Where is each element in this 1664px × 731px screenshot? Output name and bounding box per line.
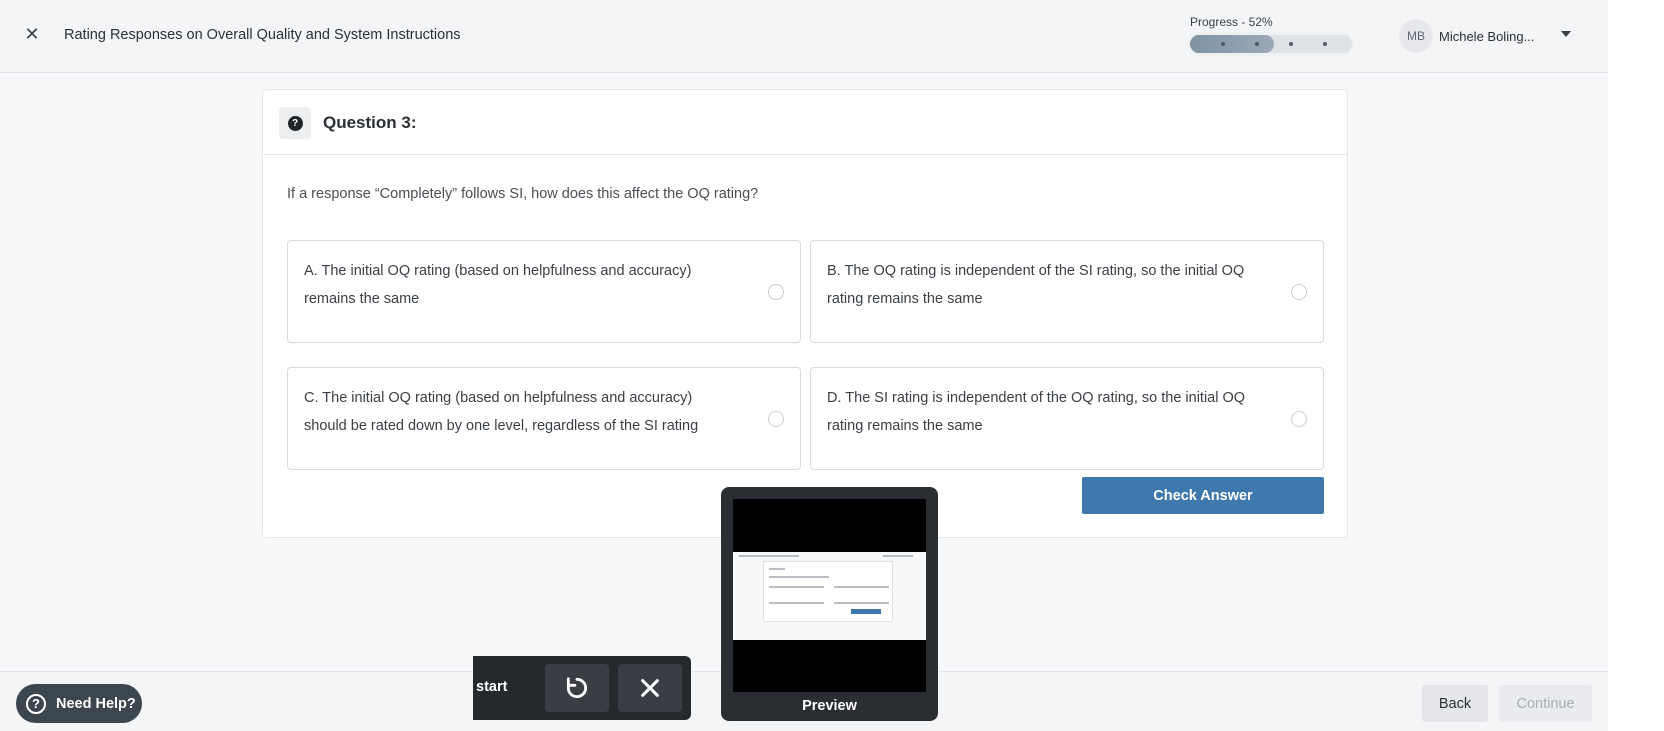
question-prompt: If a response “Completely” follows SI, h… <box>287 186 759 202</box>
preview-miniature <box>733 552 926 640</box>
back-button[interactable]: Back <box>1422 685 1488 722</box>
chevron-down-icon[interactable] <box>1561 31 1571 37</box>
cancel-icon <box>641 679 659 697</box>
course-title: Rating Responses on Overall Quality and … <box>64 27 461 43</box>
progress-step-dot <box>1221 42 1225 46</box>
option-text: B. The OQ rating is independent of the S… <box>827 263 1245 307</box>
mini-line <box>883 555 913 557</box>
mini-line <box>769 568 785 570</box>
progress-step-dot <box>1255 42 1259 46</box>
top-bar: ✕ Rating Responses on Overall Quality an… <box>0 0 1608 73</box>
progress-bar <box>1190 35 1352 53</box>
check-answer-button[interactable]: Check Answer <box>1082 477 1324 514</box>
progress-step-dot <box>1289 42 1293 46</box>
question-header: ? Question 3: <box>263 90 1347 155</box>
mini-line <box>739 555 799 557</box>
help-icon: ? <box>26 693 46 714</box>
option-text: C. The initial OQ rating (based on helpf… <box>304 390 699 434</box>
progress-fill <box>1190 35 1275 53</box>
progress-label: Progress - 52% <box>1190 15 1273 29</box>
option-text: D. The SI rating is independent of the O… <box>827 390 1246 434</box>
mini-button <box>851 609 881 614</box>
avatar: MB <box>1399 19 1433 53</box>
preview-thumbnail <box>733 499 926 692</box>
close-icon[interactable]: ✕ <box>22 24 42 44</box>
question-card: ? Question 3: If a response “Completely”… <box>262 89 1348 538</box>
mini-line <box>769 576 829 578</box>
help-label: Need Help? <box>56 695 136 712</box>
option-text: A. The initial OQ rating (based on helpf… <box>304 263 692 307</box>
answer-option-b[interactable]: B. The OQ rating is independent of the S… <box>810 240 1324 343</box>
mini-line <box>834 586 889 588</box>
radio-button[interactable] <box>1291 411 1307 427</box>
radio-button[interactable] <box>768 284 784 300</box>
radio-button[interactable] <box>768 411 784 427</box>
progress-widget: Progress - 52% <box>1190 15 1370 53</box>
preview-panel[interactable]: Preview <box>721 487 938 721</box>
answer-option-c[interactable]: C. The initial OQ rating (based on helpf… <box>287 367 801 470</box>
need-help-button[interactable]: ? Need Help? <box>16 684 142 723</box>
continue-button: Continue <box>1499 685 1592 722</box>
preview-label: Preview <box>802 698 857 714</box>
radio-button[interactable] <box>1291 284 1307 300</box>
mini-line <box>769 586 824 588</box>
answer-option-a[interactable]: A. The initial OQ rating (based on helpf… <box>287 240 801 343</box>
cancel-recording-button[interactable] <box>618 664 682 712</box>
mini-line <box>769 602 824 604</box>
recorder-toolbar: start <box>473 656 691 720</box>
user-menu[interactable]: MB Michele Boling... <box>1399 19 1535 53</box>
recorder-label: start <box>476 679 508 695</box>
answer-option-d[interactable]: D. The SI rating is independent of the O… <box>810 367 1324 470</box>
question-icon: ? <box>287 115 303 131</box>
restart-icon <box>566 677 588 699</box>
question-icon-box: ? <box>279 107 311 139</box>
restart-button[interactable] <box>545 664 609 712</box>
question-title: Question 3: <box>323 113 417 132</box>
user-name: Michele Boling... <box>1439 28 1535 44</box>
progress-step-dot <box>1323 42 1327 46</box>
mini-line <box>834 602 889 604</box>
